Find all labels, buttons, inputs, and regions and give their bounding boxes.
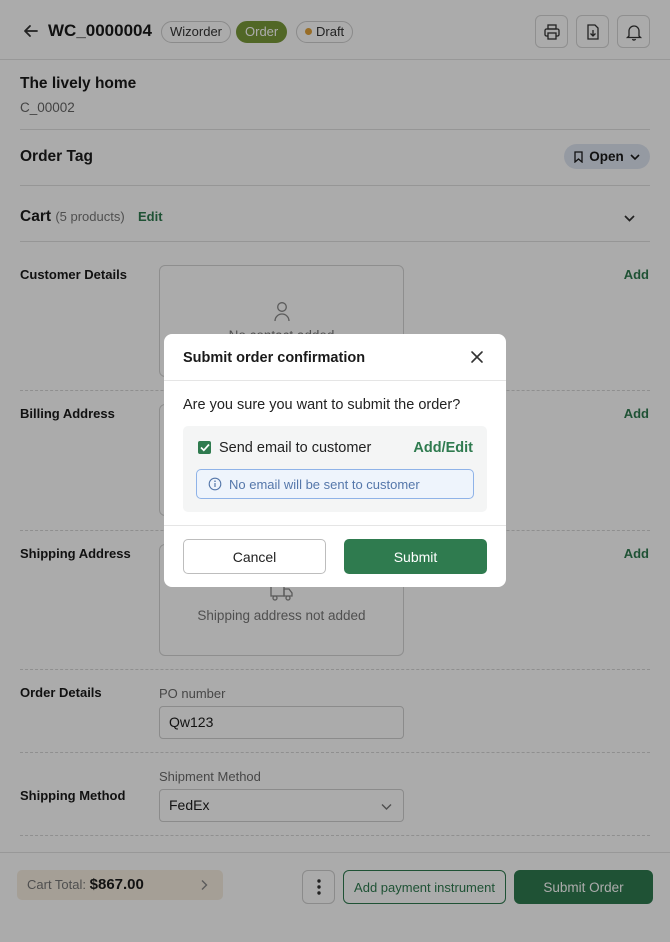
submit-button[interactable]: Submit: [344, 539, 487, 574]
email-option-panel: Send email to customer Add/Edit No email…: [183, 426, 487, 512]
info-icon: [208, 477, 222, 491]
cancel-button[interactable]: Cancel: [183, 539, 326, 574]
checkmark-icon: [199, 443, 210, 452]
close-icon[interactable]: [468, 348, 486, 366]
email-info-banner: No email will be sent to customer: [196, 469, 474, 499]
modal-question: Are you sure you want to submit the orde…: [183, 397, 461, 413]
send-email-checkbox[interactable]: [198, 441, 211, 454]
send-email-label[interactable]: Send email to customer: [219, 440, 371, 456]
modal-title: Submit order confirmation: [183, 350, 366, 366]
modal-divider-top: [164, 380, 506, 381]
email-info-text: No email will be sent to customer: [229, 477, 420, 492]
submit-order-modal: Submit order confirmation Are you sure y…: [164, 334, 506, 587]
add-edit-email-link[interactable]: Add/Edit: [413, 440, 473, 456]
modal-divider-bottom: [164, 525, 506, 526]
